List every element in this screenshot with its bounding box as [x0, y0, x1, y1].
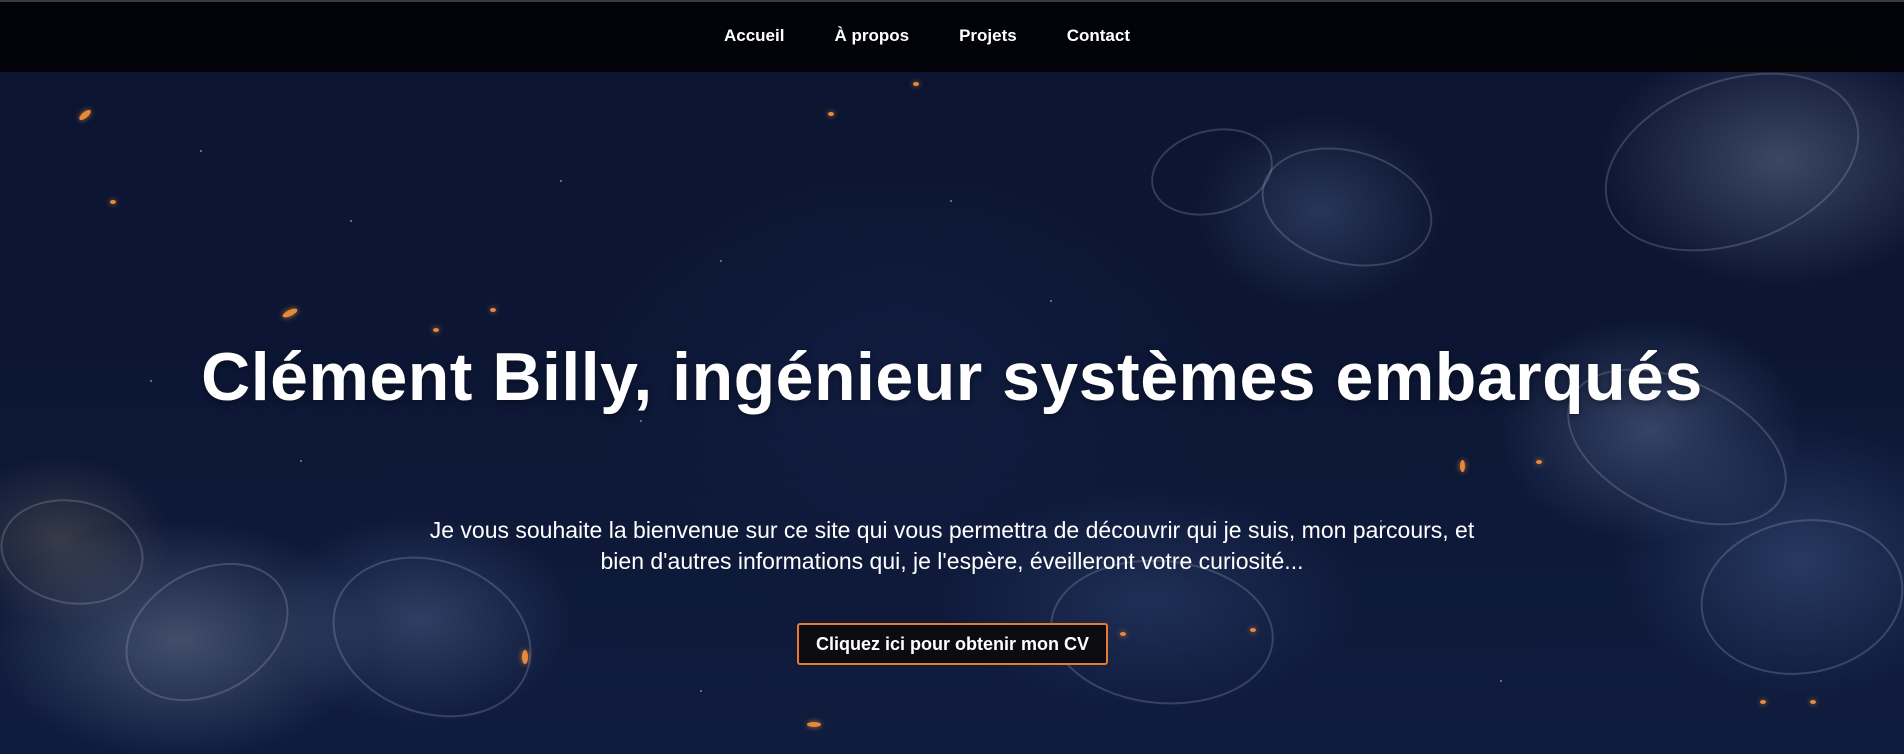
star-dot [1500, 680, 1502, 682]
page: Accueil À propos Projets Contact Clément… [0, 0, 1904, 754]
orange-speck [913, 82, 919, 86]
orange-speck [1760, 700, 1766, 704]
orange-speck [1460, 460, 1465, 472]
nav-link-accueil[interactable]: Accueil [724, 26, 784, 46]
nebula-swirl [1688, 503, 1904, 691]
star-dot [560, 180, 562, 182]
orange-speck [1536, 460, 1542, 464]
star-dot [1050, 300, 1052, 302]
orange-speck [1810, 700, 1816, 704]
nav-links: Accueil À propos Projets Contact [724, 26, 1130, 46]
star-dot [720, 260, 722, 262]
star-dot [640, 420, 642, 422]
star-dot [350, 220, 352, 222]
top-navigation-bar: Accueil À propos Projets Contact [0, 0, 1904, 72]
orange-speck [828, 112, 834, 116]
orange-speck [522, 650, 528, 664]
orange-speck [1250, 628, 1256, 632]
nebula-swirl [1248, 129, 1446, 285]
star-dot [950, 200, 952, 202]
nebula-swirl [1579, 39, 1885, 285]
orange-speck [490, 308, 496, 312]
orange-speck [1120, 632, 1126, 636]
orange-speck [281, 306, 299, 320]
orange-speck [807, 722, 821, 727]
star-dot [700, 690, 702, 692]
orange-speck [77, 108, 93, 122]
nebula-swirl [100, 534, 314, 730]
orange-speck [110, 200, 116, 204]
nav-link-projets[interactable]: Projets [959, 26, 1017, 46]
hero-intro-text: Je vous souhaite la bienvenue sur ce sit… [429, 517, 1475, 574]
nebula-swirl [1141, 115, 1283, 229]
star-dot [200, 150, 202, 152]
hero-title: Clément Billy, ingénieur systèmes embarq… [201, 339, 1703, 415]
nav-link-contact[interactable]: Contact [1067, 26, 1130, 46]
nav-link-a-propos[interactable]: À propos [834, 26, 909, 46]
download-cv-button[interactable]: Cliquez ici pour obtenir mon CV [797, 623, 1108, 665]
orange-speck [433, 328, 439, 332]
nebula-swirl [0, 488, 152, 616]
star-dot [300, 460, 302, 462]
